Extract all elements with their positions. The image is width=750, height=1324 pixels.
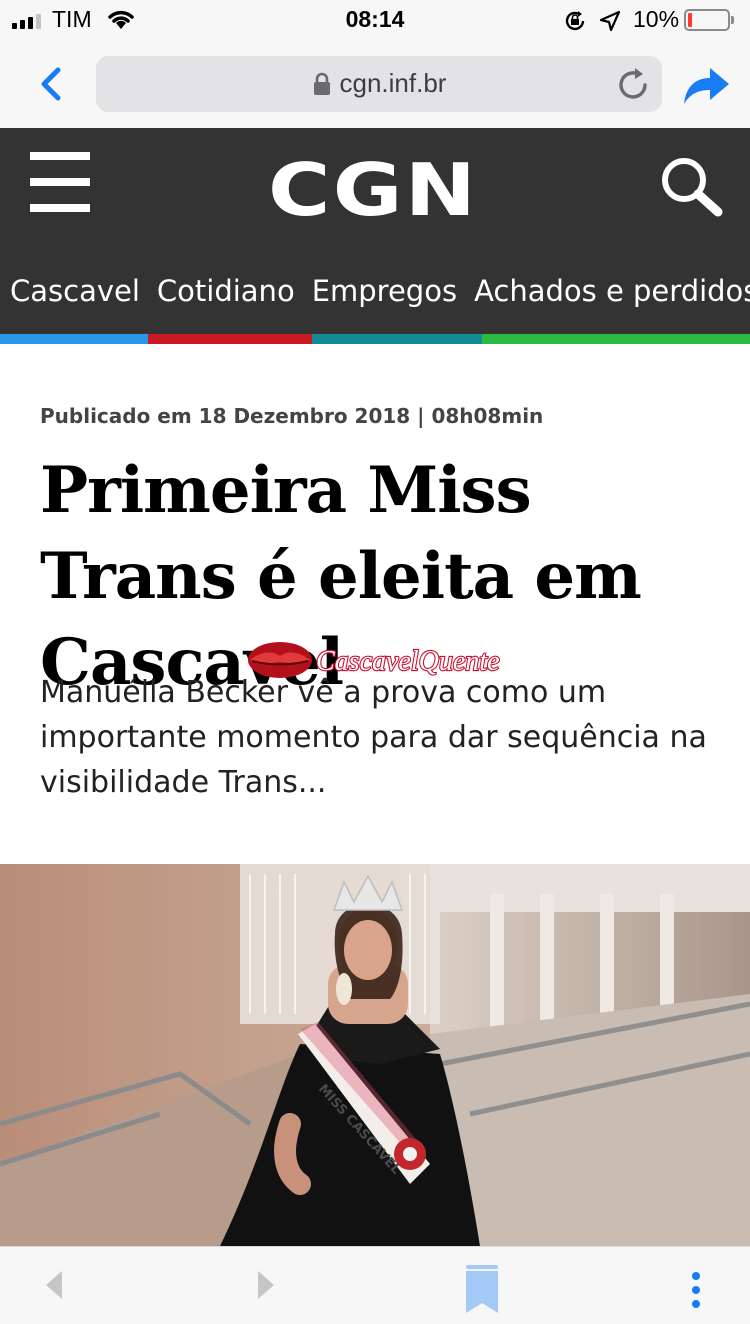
category-nav: Cascavel Cotidiano Empregos Achados e perdi… bbox=[0, 274, 750, 320]
forward-arrow-icon[interactable] bbox=[252, 1265, 280, 1305]
svg-text:CascavelQuente: CascavelQuente bbox=[316, 646, 500, 677]
nav-item-cotidiano[interactable]: Cotidiano bbox=[157, 274, 295, 308]
site-logo[interactable]: CGN bbox=[268, 148, 478, 232]
battery-level bbox=[688, 13, 692, 27]
nav-item-achados-e-perdidos[interactable]: Achados e perdidos bbox=[474, 274, 750, 308]
site-header: CGN Cascavel Cotidiano Empregos Achados e p… bbox=[0, 128, 750, 334]
article-photo: MISS CASCAVEL bbox=[0, 864, 750, 1246]
watermark-logo: CascavelQuente bbox=[248, 642, 501, 678]
orientation-lock-icon bbox=[565, 11, 585, 31]
nav-item-empregos[interactable]: Empregos bbox=[312, 274, 457, 308]
status-bar: TIM 08:14 10% bbox=[0, 0, 750, 40]
battery-icon bbox=[684, 9, 734, 31]
reload-icon[interactable] bbox=[614, 66, 652, 104]
share-icon[interactable] bbox=[680, 60, 732, 108]
bookmark-icon[interactable] bbox=[464, 1265, 500, 1315]
menu-icon[interactable] bbox=[30, 152, 90, 214]
battery-percent: 10% bbox=[633, 6, 680, 32]
lock-icon bbox=[313, 72, 330, 95]
location-arrow-icon bbox=[599, 10, 621, 32]
back-arrow-icon[interactable] bbox=[40, 1265, 68, 1305]
back-chevron-icon[interactable] bbox=[30, 62, 74, 106]
address-field[interactable]: cgn.inf.br bbox=[96, 56, 662, 112]
search-icon[interactable] bbox=[658, 156, 724, 218]
browser-toolbar bbox=[0, 1246, 750, 1324]
more-icon[interactable] bbox=[686, 1271, 706, 1311]
url-text: cgn.inf.br bbox=[339, 68, 447, 98]
color-strip bbox=[0, 334, 750, 344]
article-subtitle: Manuélla Becker vê a prova como um impor… bbox=[40, 675, 707, 800]
publish-date: Publicado em 18 Dezembro 2018 | 08h08min bbox=[40, 404, 544, 428]
browser-url-bar: cgn.inf.br bbox=[0, 40, 750, 128]
nav-item-cascavel[interactable]: Cascavel bbox=[10, 274, 140, 308]
